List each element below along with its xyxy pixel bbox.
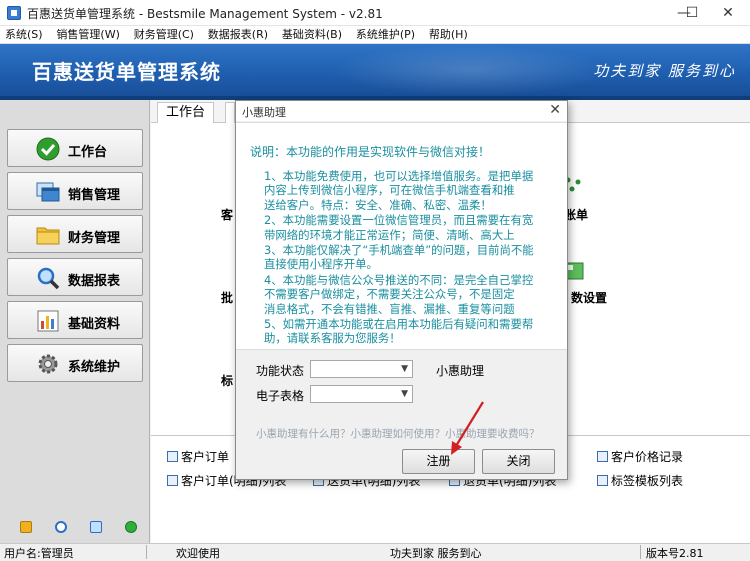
banner-slogan: 功夫到家 服务到心 xyxy=(593,62,736,80)
status-welcome: 欢迎使用 xyxy=(176,547,220,560)
exit-icon[interactable] xyxy=(125,521,137,533)
dialog-title-bar: 小惠助理 ✕ xyxy=(236,101,567,121)
menu-reports[interactable]: 数据报表(R) xyxy=(203,26,273,44)
menu-basic-data[interactable]: 基础资料(B) xyxy=(277,26,347,44)
status-version: 版本号2.81 xyxy=(646,547,704,560)
sidebar-shortcuts xyxy=(0,521,150,535)
sidebar-item-basic-data[interactable]: 基础资料 xyxy=(7,301,143,339)
app-banner: 百惠送货单管理系统 功夫到家 服务到心 xyxy=(0,44,750,96)
close-button[interactable]: 关闭 xyxy=(482,449,555,474)
status-separator xyxy=(640,545,641,559)
note-item: 5、如需开通本功能或在启用本功能后有疑问和需要帮 助，请联系客服为您服务！ xyxy=(264,317,534,346)
sidebar-item-maintenance[interactable]: 系统维护 xyxy=(7,344,143,382)
windows-icon xyxy=(36,182,60,202)
assistant-dialog: 小惠助理 ✕ 说明：本功能的作用是实现软件与微信对接！ 1、本功能免费使用，也可… xyxy=(235,100,568,480)
spreadsheet-select[interactable]: ▼ xyxy=(310,385,413,403)
workbench-item-label[interactable]: 标 xyxy=(221,372,233,389)
sidebar-item-sales[interactable]: 销售管理 xyxy=(7,172,143,210)
document-icon xyxy=(597,451,608,462)
dialog-notes: 1、本功能免费使用，也可以选择增值服务。是把单据 内容上传到微信小程序，可在微信… xyxy=(264,169,554,347)
document-icon xyxy=(167,451,178,462)
dialog-close-icon[interactable]: ✕ xyxy=(549,102,561,118)
chart-icon xyxy=(37,310,59,332)
quick-link-customer-order[interactable]: 客户订单 xyxy=(167,448,229,465)
menu-maintenance[interactable]: 系统维护(P) xyxy=(351,26,420,44)
app-icon xyxy=(7,6,21,20)
note-item: 2、本功能需要设置一位微信管理员，而且需要在有宽 带网络的环境才能正常运作；简便… xyxy=(264,213,534,242)
menu-system[interactable]: 系统(S) xyxy=(0,26,48,44)
magnifier-icon xyxy=(37,267,60,290)
check-icon xyxy=(36,137,60,161)
spreadsheet-label: 电子表格 xyxy=(256,389,305,403)
workbench-item-batch[interactable]: 批 xyxy=(221,289,233,306)
dialog-title: 小惠助理 xyxy=(242,106,286,119)
note-item: 1、本功能免费使用，也可以选择增值服务。是把单据 内容上传到微信小程序，可在微信… xyxy=(264,169,534,212)
key-icon[interactable] xyxy=(20,521,32,533)
sidebar-item-finance[interactable]: 财务管理 xyxy=(7,215,143,253)
status-user: 用户名:管理员 xyxy=(4,547,74,560)
dialog-heading: 说明：本功能的作用是实现软件与微信对接！ xyxy=(250,145,491,159)
note-item: 3、本功能仅解决了“手机端查单”的问题，目前尚不能 直接使用小程序开单。 xyxy=(264,243,534,272)
help-links[interactable]: 小惠助理有什么用？小惠助理如何使用？小惠助理要收费吗？ xyxy=(256,426,540,441)
sidebar-item-label: 销售管理 xyxy=(68,188,121,203)
note-item: 4、本功能与微信公众号推送的不同：是完全自己掌控 不需要客户做绑定，不需要关注公… xyxy=(264,272,534,316)
menu-sales[interactable]: 销售管理(W) xyxy=(51,26,124,44)
chevron-down-icon: ▼ xyxy=(401,389,408,399)
list-icon xyxy=(167,475,178,486)
workbench-item-params[interactable]: 数设置 xyxy=(571,289,607,306)
sidebar-item-label: 财务管理 xyxy=(68,231,121,246)
window-title: 百惠送货单管理系统 - Bestsmile Management System … xyxy=(27,7,383,21)
sidebar-item-label: 工作台 xyxy=(68,145,108,160)
quick-link-label-templates[interactable]: 标签模板列表 xyxy=(597,472,683,489)
tab-next[interactable] xyxy=(225,102,235,123)
tab-workbench[interactable]: 工作台 xyxy=(157,102,215,123)
title-bar: 百惠送货单管理系统 - Bestsmile Management System … xyxy=(0,0,750,26)
quick-link-price-record[interactable]: 客户价格记录 xyxy=(597,448,683,465)
sidebar: 工作台 销售管理 财务管理 数据报表 基础资料 系统维护 xyxy=(0,100,150,543)
folder-icon xyxy=(36,227,60,245)
clock-icon[interactable] xyxy=(55,521,67,533)
status-separator xyxy=(146,545,147,559)
list-icon xyxy=(597,475,608,486)
register-button[interactable]: 注册 xyxy=(402,449,475,474)
status-bar: 用户名:管理员 欢迎使用 功夫到家 服务到心 版本号2.81 xyxy=(0,543,750,560)
status-select[interactable]: ▼ xyxy=(310,360,413,378)
close-window-button[interactable]: ✕ xyxy=(706,0,750,26)
sidebar-item-label: 系统维护 xyxy=(68,360,121,375)
sidebar-item-label: 数据报表 xyxy=(68,274,121,289)
menu-help[interactable]: 帮助(H) xyxy=(424,26,473,44)
chevron-down-icon: ▼ xyxy=(401,364,408,374)
sidebar-item-reports[interactable]: 数据报表 xyxy=(7,258,143,296)
status-label: 功能状态 xyxy=(256,364,305,378)
gear-icon xyxy=(38,354,58,374)
status-slogan: 功夫到家 服务到心 xyxy=(390,547,482,560)
assistant-label: 小惠助理 xyxy=(436,364,485,378)
sidebar-item-label: 基础资料 xyxy=(68,317,121,332)
menu-finance[interactable]: 财务管理(C) xyxy=(129,26,199,44)
menu-bar: 系统(S) 销售管理(W) 财务管理(C) 数据报表(R) 基础资料(B) 系统… xyxy=(0,26,750,44)
banner-title: 百惠送货单管理系统 xyxy=(32,60,221,84)
sidebar-item-workbench[interactable]: 工作台 xyxy=(7,129,143,167)
workbench-item-customer[interactable]: 客 xyxy=(221,206,233,223)
search-icon[interactable] xyxy=(90,521,102,533)
dialog-info-panel: 说明：本功能的作用是实现软件与微信对接！ 1、本功能免费使用，也可以选择增值服务… xyxy=(236,122,567,350)
